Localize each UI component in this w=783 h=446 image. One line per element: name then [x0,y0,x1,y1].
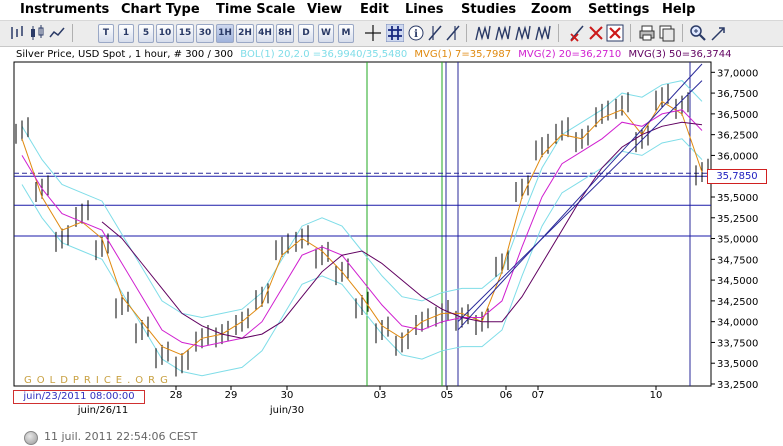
plot-area[interactable] [13,61,712,387]
status-timestamp: 11 juil. 2011 22:54:06 CEST [44,430,198,443]
y-tick-label: 33,7500 [717,338,758,349]
y-tick-label: 36,0000 [717,151,758,162]
y-tick-label: 36,2500 [717,131,758,142]
x-tick-label: 05 [441,390,454,401]
y-tick-label: 37,0000 [717,68,758,79]
x-tick-label: 10 [650,390,663,401]
y-tick-label: 34,0000 [717,318,758,329]
clock-icon [24,431,38,445]
y-tick-label: 33,2500 [717,380,758,391]
x-tick-label: juin/30 [269,405,304,416]
y-tick-label: 34,2500 [717,297,758,308]
y-tick-label: 36,5000 [717,110,758,121]
x-tick-label: juin/26/11 [77,405,128,416]
x-tick-label: 30 [281,390,294,401]
status-bar: 11 juil. 2011 22:54:06 CEST [0,428,783,446]
x-tick-label: 07 [532,390,545,401]
y-tick-label: 34,7500 [717,255,758,266]
watermark: GOLDPRICE.ORG [24,375,173,386]
price-chart[interactable]: GOLDPRICE.ORG 37,0000 36,7500 36,5000 36,25… [0,0,783,446]
x-tick-label: 03 [374,390,387,401]
x-tick-label: 28 [170,390,183,401]
y-axis-ticks: 37,000036,750036,500036,250036,000035,75… [711,68,758,391]
current-price-label: 35,7850 [707,169,767,184]
y-tick-label: 34,5000 [717,276,758,287]
x-tick-label: 06 [500,390,513,401]
y-tick-label: 35,0000 [717,235,758,246]
cursor-date-readout: juin/23/2011 08:00:00 [13,390,145,404]
y-tick-label: 35,5000 [717,193,758,204]
x-tick-label: 29 [225,390,238,401]
y-tick-label: 33,5000 [717,359,758,370]
y-tick-label: 35,2500 [717,214,758,225]
y-tick-label: 36,7500 [717,89,758,100]
x-axis-ticks: 28 29 30 03 05 06 07 10 juin/26/11 juin/30 [77,386,663,416]
